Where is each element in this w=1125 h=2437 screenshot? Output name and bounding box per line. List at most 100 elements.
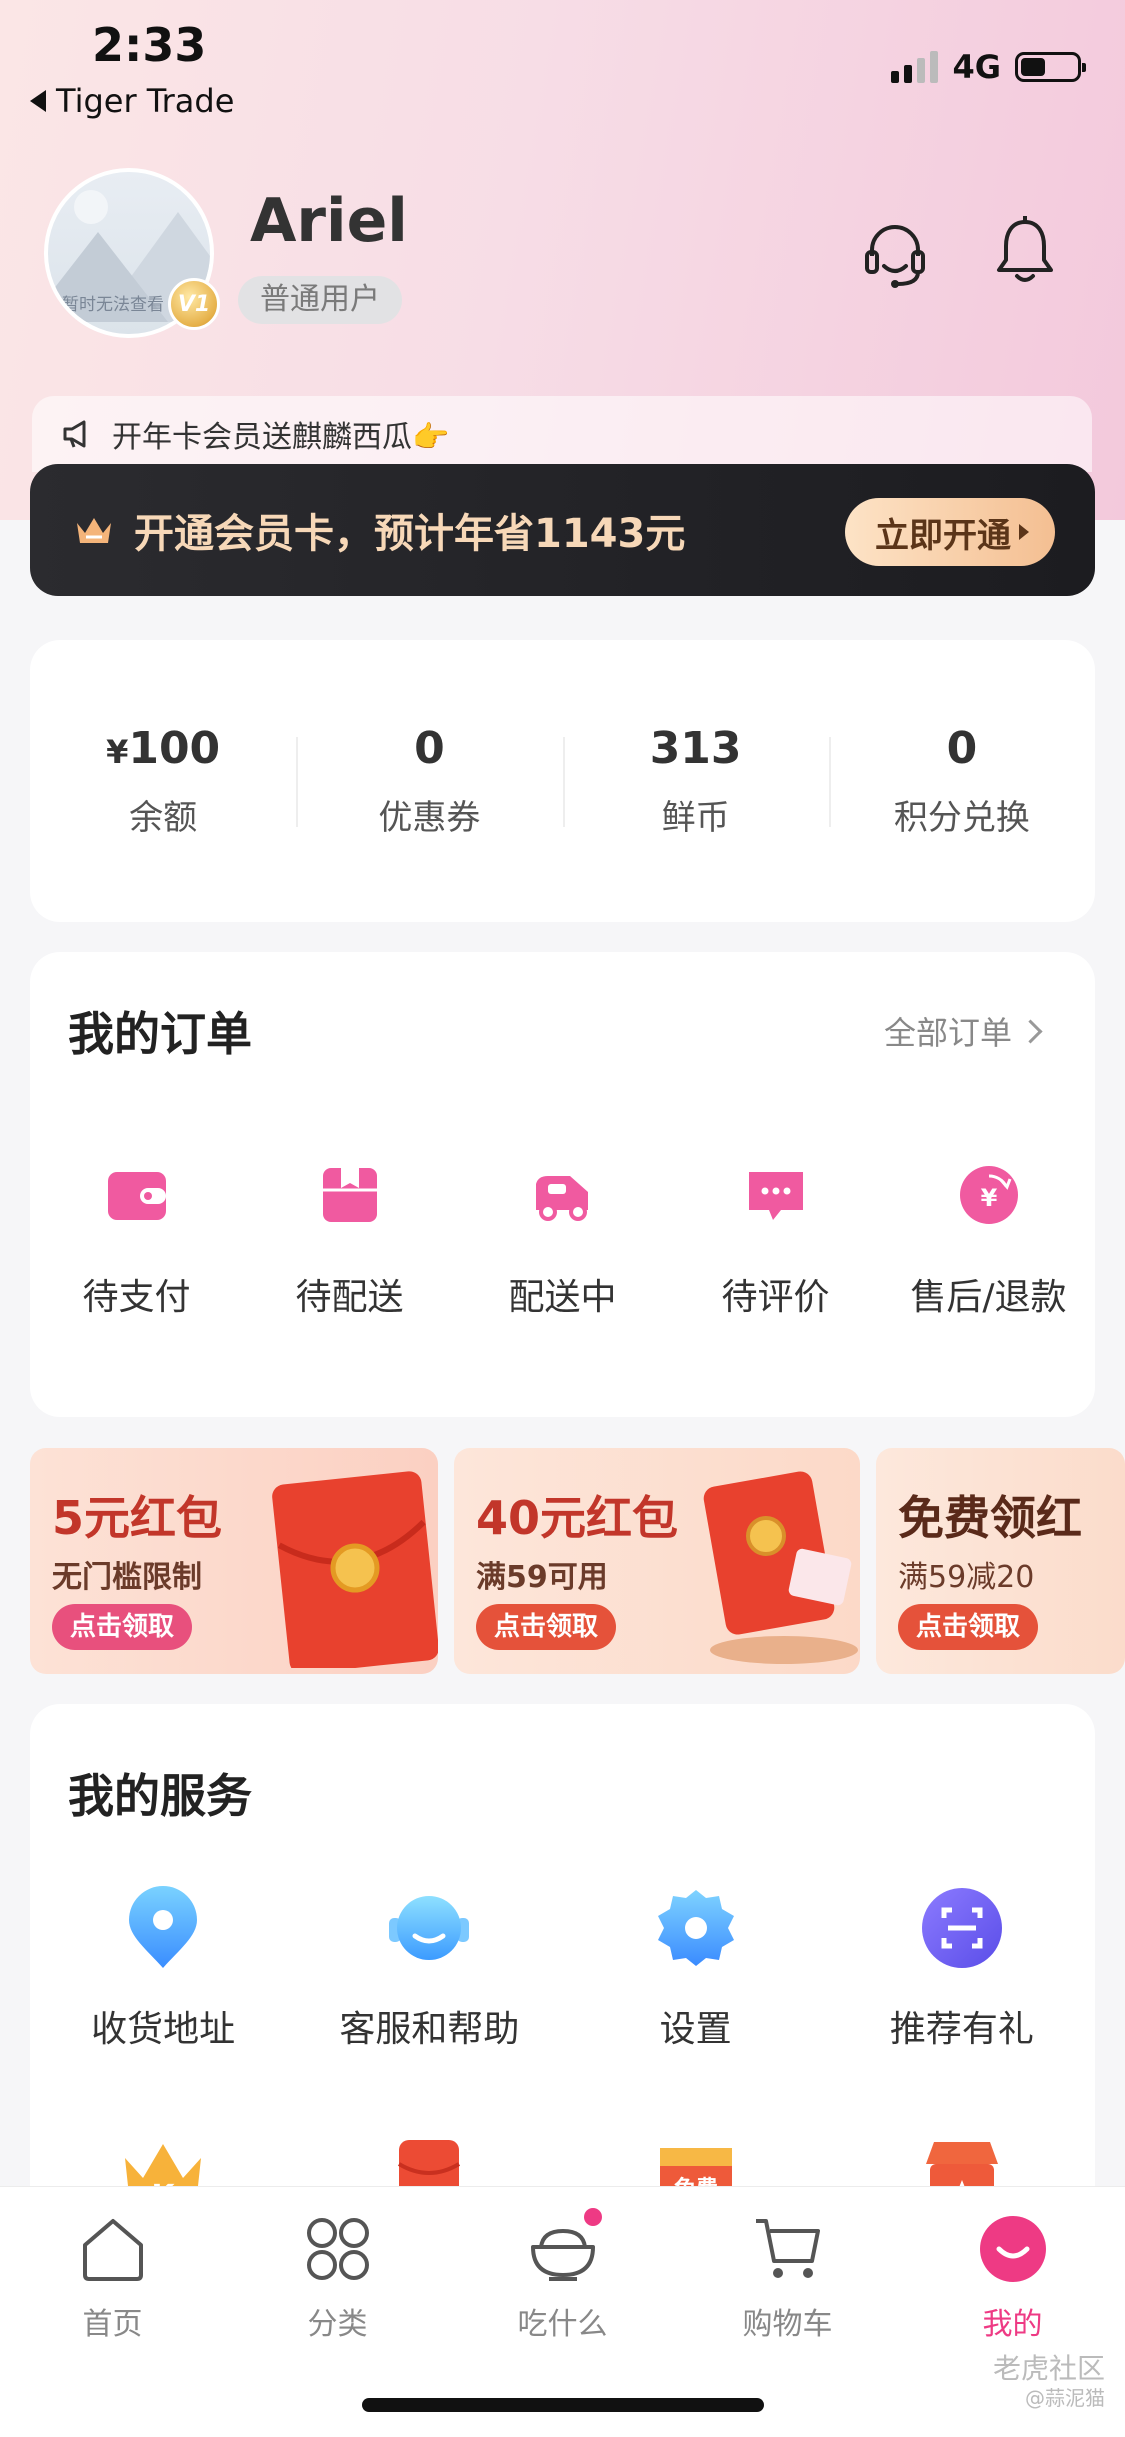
crown-icon <box>77 518 111 543</box>
watermark-main: 老虎社区 <box>992 2352 1105 2385</box>
vip-promo-text: 开通会员卡，预计年省1143元 <box>134 511 686 557</box>
delivery-truck-icon <box>535 1176 588 1221</box>
tab-mine[interactable]: 我的 <box>900 2213 1125 2343</box>
claim-coupon-button[interactable]: 点击领取 <box>476 1604 617 1650</box>
tab-home[interactable]: 首页 <box>0 2213 225 2343</box>
coupon-card[interactable]: 5元红包 无门槛限制 点击领取 <box>30 1448 438 1674</box>
stat-value: 100 <box>128 723 221 774</box>
vip-membership-bar[interactable]: 开通会员卡，预计年省1143元 立即开通 <box>30 464 1095 596</box>
coupon-card[interactable]: 40元红包 满59可用 点击领取 <box>454 1448 860 1674</box>
stat-value: 0 <box>414 723 445 774</box>
tab-label: 购物车 <box>742 2307 833 2342</box>
currency-symbol: ¥ <box>106 733 129 771</box>
battery-icon <box>1015 52 1086 82</box>
network-type: 4G <box>952 48 1001 86</box>
bowl-icon <box>530 2208 602 2281</box>
arrow-right-icon <box>1019 524 1029 540</box>
coupon-title: 40元红包 <box>476 1491 679 1545</box>
customer-service-headset-icon[interactable] <box>862 218 928 290</box>
tab-label: 首页 <box>82 2307 143 2342</box>
service-settings[interactable]: 设置 <box>563 1884 829 2052</box>
open-vip-button[interactable]: 立即开通 <box>845 498 1055 566</box>
services-section-title: 我的服务 <box>68 1769 252 1823</box>
watermark-sub: @蒜泥猫 <box>1025 2385 1105 2410</box>
stat-label: 余额 <box>129 798 198 838</box>
settings-gear-icon <box>657 1890 734 1966</box>
stat-label: 优惠券 <box>378 798 481 838</box>
stat-fresh-coins[interactable]: 313 鲜币 <box>562 723 829 839</box>
stat-points-exchange[interactable]: 0 积分兑换 <box>828 723 1095 839</box>
status-time: 2:33 <box>92 18 207 72</box>
order-pending-review[interactable]: 待评价 <box>669 1162 882 1320</box>
watermark: 老虎社区 @蒜泥猫 <box>993 2352 1105 2410</box>
avatar-caption: 暂时无法查看 <box>62 295 164 315</box>
tab-cart[interactable]: 购物车 <box>675 2213 900 2343</box>
username: Ariel <box>250 186 408 256</box>
megaphone-icon <box>63 420 86 448</box>
home-indicator[interactable] <box>362 2398 764 2412</box>
all-orders-link[interactable]: 全部订单 <box>883 1008 1043 1054</box>
refund-icon: ¥ <box>959 1166 1018 1224</box>
promo-notice-text: 开年卡会员送麒麟西瓜👉 <box>112 420 450 455</box>
open-vip-button-label: 立即开通 <box>875 515 1011 556</box>
stat-value: 313 <box>649 723 742 774</box>
notification-bell-icon[interactable] <box>992 214 1058 286</box>
coupon-title: 5元红包 <box>52 1491 223 1545</box>
tab-label: 吃什么 <box>517 2307 608 2342</box>
tab-what-to-eat[interactable]: 吃什么 <box>450 2208 675 2343</box>
stat-label: 鲜币 <box>661 798 730 838</box>
service-label: 设置 <box>659 2009 732 2050</box>
coupon-subtitle: 满59可用 <box>476 1560 608 1595</box>
service-label: 收货地址 <box>91 2009 236 2050</box>
scan-icon <box>921 1888 1002 1968</box>
comment-icon <box>748 1172 803 1220</box>
wallet-stats-card: ¥100 余额 0 优惠券 313 鲜币 0 积分兑换 <box>30 640 1095 922</box>
coupon-title: 免费领红 <box>898 1491 1082 1545</box>
level-badge: V1 <box>168 278 220 330</box>
all-orders-label: 全部订单 <box>883 1014 1012 1052</box>
stat-value: 0 <box>946 723 978 774</box>
back-to-app-button[interactable]: Tiger Trade <box>30 82 234 120</box>
stat-coupons[interactable]: 0 优惠券 <box>296 723 562 839</box>
order-item-label: 配送中 <box>508 1277 617 1318</box>
customer-service-icon <box>389 1896 470 1960</box>
tab-category[interactable]: 分类 <box>225 2213 450 2343</box>
cellular-signal-icon <box>891 51 939 83</box>
order-item-label: 售后/退款 <box>910 1277 1067 1318</box>
category-grid-icon <box>306 2218 369 2280</box>
service-label: 客服和帮助 <box>339 2009 520 2050</box>
coupon-subtitle: 满59减20 <box>898 1560 1035 1595</box>
claim-coupon-button[interactable]: 点击领取 <box>898 1604 1039 1650</box>
order-item-label: 待支付 <box>82 1277 191 1318</box>
home-icon <box>82 2219 143 2281</box>
coupon-carousel[interactable]: 5元红包 无门槛限制 点击领取 40元红包 满59可用 点击领取 免费领红 满5… <box>30 1448 1125 1674</box>
red-envelope-icon <box>272 1471 438 1668</box>
package-icon <box>322 1168 377 1222</box>
promo-notice[interactable]: 开年卡会员送麒麟西瓜👉 <box>32 396 1092 472</box>
order-item-label: 待评价 <box>721 1277 830 1318</box>
tab-label: 分类 <box>307 2307 368 2342</box>
order-pending-delivery[interactable]: 待配送 <box>243 1162 456 1320</box>
coupon-card[interactable]: 免费领红 满59减20 点击领取 <box>876 1448 1125 1674</box>
order-in-delivery[interactable]: 配送中 <box>456 1162 669 1320</box>
order-after-sales-refund[interactable]: ¥ 售后/退款 <box>882 1162 1095 1320</box>
back-app-label: Tiger Trade <box>56 82 235 120</box>
claim-coupon-button[interactable]: 点击领取 <box>52 1604 193 1650</box>
back-arrow-icon <box>30 90 46 112</box>
location-pin-icon <box>129 1886 198 1968</box>
chevron-right-icon <box>1018 1018 1043 1044</box>
wallet-icon <box>107 1172 166 1220</box>
order-pending-payment[interactable]: 待支付 <box>30 1162 243 1320</box>
user-level-tag: 普通用户 <box>238 276 402 324</box>
my-orders-card: 我的订单 全部订单 待支付 待配送 配送中 待评价 ¥ 售后/退款 <box>30 952 1095 1417</box>
status-indicators: 4G <box>891 48 1086 86</box>
service-shipping-address[interactable]: 收货地址 <box>30 1884 296 2052</box>
cart-icon <box>755 2219 820 2278</box>
stat-balance[interactable]: ¥100 余额 <box>30 723 296 839</box>
order-item-label: 待配送 <box>295 1277 404 1318</box>
stat-label: 积分兑换 <box>893 798 1030 838</box>
tab-label: 我的 <box>982 2307 1043 2342</box>
service-referral-rewards[interactable]: 推荐有礼 <box>829 1884 1095 2052</box>
red-envelope-gift-icon <box>703 1471 858 1664</box>
service-customer-help[interactable]: 客服和帮助 <box>296 1884 562 2052</box>
